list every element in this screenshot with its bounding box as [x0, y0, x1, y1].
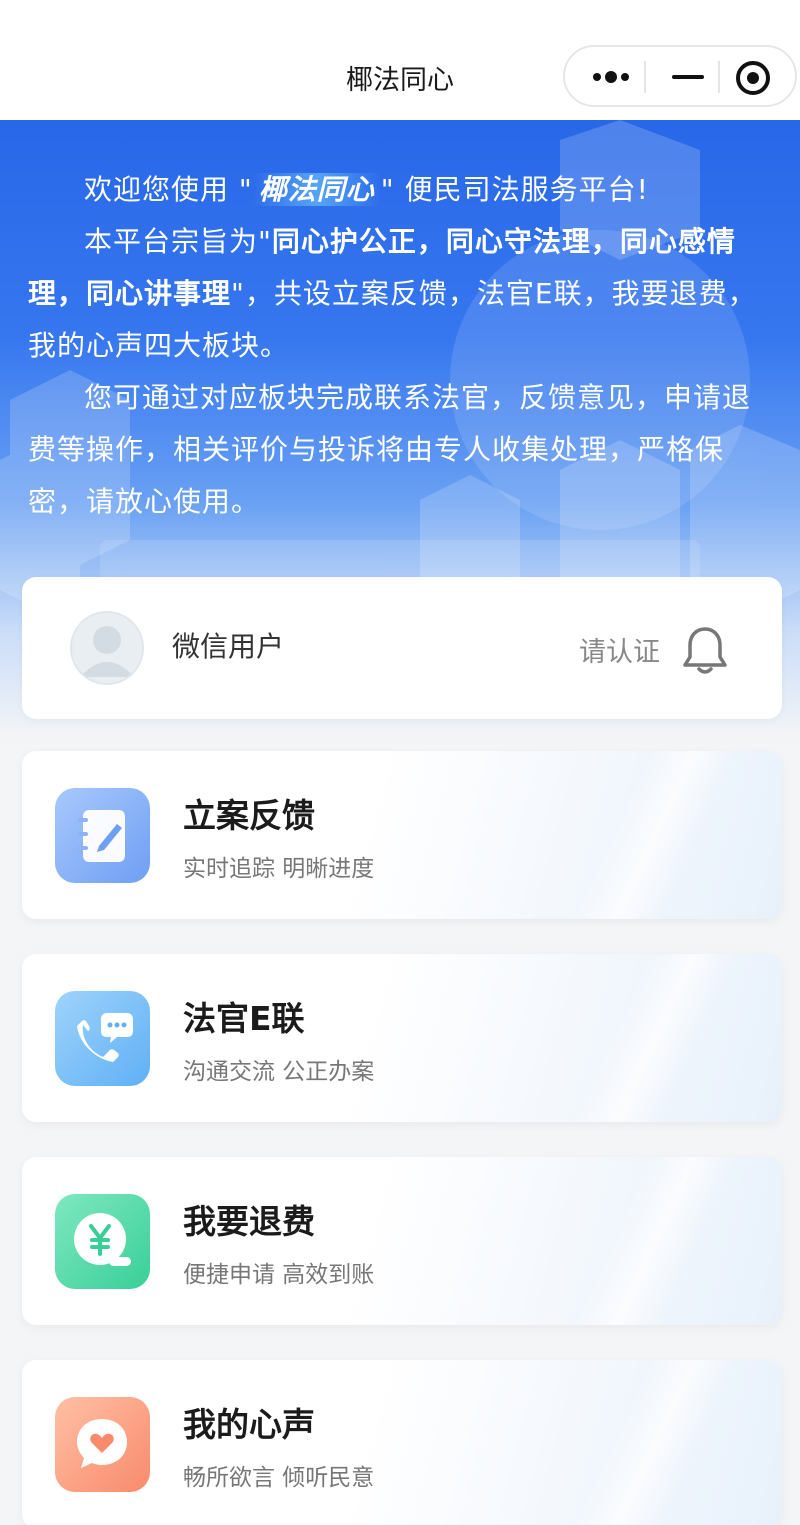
module-title: 法官E联 [183, 999, 305, 1038]
intro-purpose: 本平台宗旨为"同心护公正，同心守法理，同心感情理，同心讲事理"，共设立案反馈，法… [28, 216, 773, 372]
intro-welcome: 欢迎您使用 " 椰法同心 " 便民司法服务平台! [28, 164, 773, 216]
module-card-refund[interactable]: 我要退费 便捷申请 高效到账 [22, 1157, 782, 1325]
heart-chat-icon [55, 1397, 150, 1492]
minimize-icon[interactable] [668, 61, 708, 93]
module-card-case-feedback[interactable]: 立案反馈 实时追踪 明晰进度 [22, 751, 782, 919]
module-subtitle: 实时追踪 明晰进度 [183, 856, 375, 882]
verify-link[interactable]: 请认证 [579, 630, 660, 669]
card-shine [502, 751, 782, 919]
mini-program-capsule [563, 45, 797, 107]
intro-welcome-prefix: 欢迎您使用 " [84, 173, 253, 206]
avatar-icon[interactable] [70, 611, 144, 685]
top-navigation-bar: 椰法同心 [0, 0, 800, 120]
user-card[interactable]: 微信用户 请认证 [22, 577, 782, 719]
bell-icon[interactable] [682, 625, 728, 675]
module-title: 立案反馈 [183, 796, 315, 835]
module-subtitle: 畅所欲言 倾听民意 [183, 1465, 375, 1491]
target-circle-icon[interactable] [733, 59, 773, 97]
module-subtitle: 沟通交流 公正办案 [183, 1059, 375, 1085]
intro-usage: 您可通过对应板块完成联系法官，反馈意见，申请退费等操作，相关评价与投诉将由专人收… [28, 381, 752, 518]
module-card-my-voice[interactable]: 我的心声 畅所欲言 倾听民意 [22, 1360, 782, 1525]
module-card-judge-elink[interactable]: 法官E联 沟通交流 公正办案 [22, 954, 782, 1122]
user-name: 微信用户 [172, 630, 285, 663]
intro-purpose-prefix: 本平台宗旨为" [84, 225, 272, 258]
module-title: 我的心声 [183, 1405, 315, 1444]
intro-text: 欢迎您使用 " 椰法同心 " 便民司法服务平台! 本平台宗旨为"同心护公正，同心守法… [28, 164, 773, 528]
card-shine [502, 1157, 782, 1325]
capsule-divider [644, 61, 646, 93]
brand-name: 椰法同心 [252, 173, 381, 206]
module-title: 我要退费 [183, 1202, 315, 1241]
capsule-divider [718, 61, 720, 93]
module-subtitle: 便捷申请 高效到账 [183, 1262, 375, 1288]
card-shine [502, 954, 782, 1122]
intro-welcome-suffix: " 便民司法服务平台! [380, 173, 649, 206]
more-dots-icon[interactable] [587, 65, 647, 89]
card-shine [502, 1360, 782, 1525]
notebook-pen-icon [55, 788, 150, 883]
yuan-refund-icon [55, 1194, 150, 1289]
phone-chat-icon [55, 991, 150, 1086]
